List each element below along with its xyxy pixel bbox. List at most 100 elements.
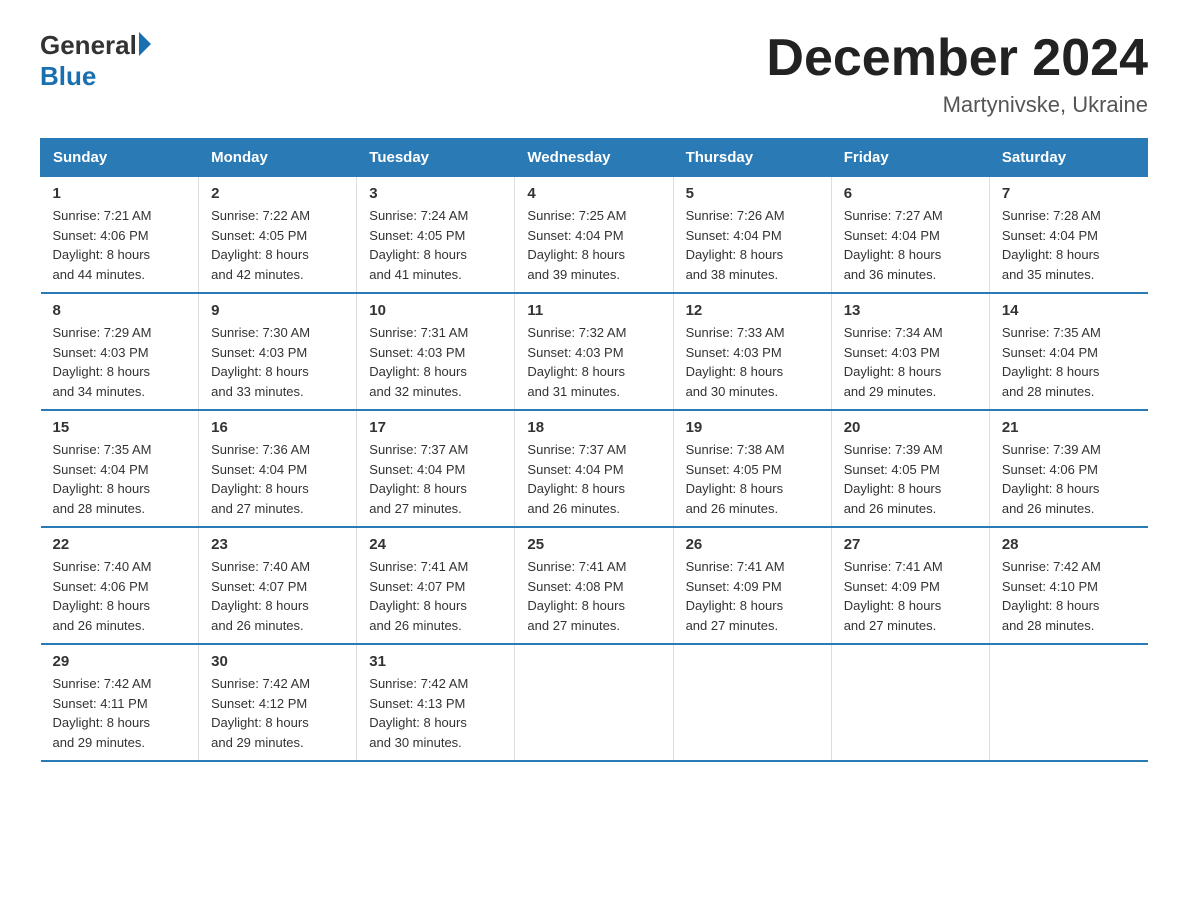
day-number: 5: [686, 185, 819, 202]
day-number: 31: [369, 653, 502, 670]
day-info: Sunrise: 7:41 AMSunset: 4:09 PMDaylight:…: [686, 559, 785, 633]
day-info: Sunrise: 7:28 AMSunset: 4:04 PMDaylight:…: [1002, 208, 1101, 282]
calendar-cell: [989, 644, 1147, 761]
logo-blue-text: Blue: [40, 61, 96, 92]
calendar-cell: 21 Sunrise: 7:39 AMSunset: 4:06 PMDaylig…: [989, 410, 1147, 527]
day-number: 9: [211, 302, 344, 319]
page-header: General Blue December 2024 Martynivske, …: [40, 30, 1148, 118]
calendar-week-row: 29 Sunrise: 7:42 AMSunset: 4:11 PMDaylig…: [41, 644, 1148, 761]
day-info: Sunrise: 7:35 AMSunset: 4:04 PMDaylight:…: [53, 442, 152, 516]
day-info: Sunrise: 7:31 AMSunset: 4:03 PMDaylight:…: [369, 325, 468, 399]
day-info: Sunrise: 7:35 AMSunset: 4:04 PMDaylight:…: [1002, 325, 1101, 399]
calendar-cell: 9 Sunrise: 7:30 AMSunset: 4:03 PMDayligh…: [199, 293, 357, 410]
calendar-cell: 18 Sunrise: 7:37 AMSunset: 4:04 PMDaylig…: [515, 410, 673, 527]
title-block: December 2024 Martynivske, Ukraine: [766, 30, 1148, 118]
calendar-week-row: 1 Sunrise: 7:21 AMSunset: 4:06 PMDayligh…: [41, 177, 1148, 294]
header-day-wednesday: Wednesday: [515, 139, 673, 177]
calendar-cell: [673, 644, 831, 761]
calendar-cell: 3 Sunrise: 7:24 AMSunset: 4:05 PMDayligh…: [357, 177, 515, 294]
day-number: 25: [527, 536, 660, 553]
day-number: 1: [53, 185, 187, 202]
day-number: 18: [527, 419, 660, 436]
day-info: Sunrise: 7:32 AMSunset: 4:03 PMDaylight:…: [527, 325, 626, 399]
day-number: 6: [844, 185, 977, 202]
calendar-cell: 13 Sunrise: 7:34 AMSunset: 4:03 PMDaylig…: [831, 293, 989, 410]
day-number: 27: [844, 536, 977, 553]
day-number: 10: [369, 302, 502, 319]
day-number: 29: [53, 653, 187, 670]
calendar-week-row: 8 Sunrise: 7:29 AMSunset: 4:03 PMDayligh…: [41, 293, 1148, 410]
day-info: Sunrise: 7:24 AMSunset: 4:05 PMDaylight:…: [369, 208, 468, 282]
calendar-cell: 15 Sunrise: 7:35 AMSunset: 4:04 PMDaylig…: [41, 410, 199, 527]
calendar-cell: [831, 644, 989, 761]
day-info: Sunrise: 7:41 AMSunset: 4:08 PMDaylight:…: [527, 559, 626, 633]
calendar-cell: 16 Sunrise: 7:36 AMSunset: 4:04 PMDaylig…: [199, 410, 357, 527]
calendar-cell: 23 Sunrise: 7:40 AMSunset: 4:07 PMDaylig…: [199, 527, 357, 644]
calendar-cell: 14 Sunrise: 7:35 AMSunset: 4:04 PMDaylig…: [989, 293, 1147, 410]
calendar-cell: 6 Sunrise: 7:27 AMSunset: 4:04 PMDayligh…: [831, 177, 989, 294]
day-number: 23: [211, 536, 344, 553]
day-info: Sunrise: 7:39 AMSunset: 4:05 PMDaylight:…: [844, 442, 943, 516]
calendar-cell: 4 Sunrise: 7:25 AMSunset: 4:04 PMDayligh…: [515, 177, 673, 294]
calendar-header: SundayMondayTuesdayWednesdayThursdayFrid…: [41, 139, 1148, 177]
day-number: 4: [527, 185, 660, 202]
calendar-week-row: 22 Sunrise: 7:40 AMSunset: 4:06 PMDaylig…: [41, 527, 1148, 644]
day-info: Sunrise: 7:37 AMSunset: 4:04 PMDaylight:…: [527, 442, 626, 516]
day-info: Sunrise: 7:42 AMSunset: 4:10 PMDaylight:…: [1002, 559, 1101, 633]
header-day-friday: Friday: [831, 139, 989, 177]
calendar-cell: 7 Sunrise: 7:28 AMSunset: 4:04 PMDayligh…: [989, 177, 1147, 294]
calendar-cell: 20 Sunrise: 7:39 AMSunset: 4:05 PMDaylig…: [831, 410, 989, 527]
day-number: 12: [686, 302, 819, 319]
day-info: Sunrise: 7:42 AMSunset: 4:12 PMDaylight:…: [211, 676, 310, 750]
day-number: 20: [844, 419, 977, 436]
day-info: Sunrise: 7:33 AMSunset: 4:03 PMDaylight:…: [686, 325, 785, 399]
day-info: Sunrise: 7:41 AMSunset: 4:07 PMDaylight:…: [369, 559, 468, 633]
day-info: Sunrise: 7:40 AMSunset: 4:07 PMDaylight:…: [211, 559, 310, 633]
calendar-cell: 8 Sunrise: 7:29 AMSunset: 4:03 PMDayligh…: [41, 293, 199, 410]
day-info: Sunrise: 7:42 AMSunset: 4:11 PMDaylight:…: [53, 676, 152, 750]
calendar-cell: 1 Sunrise: 7:21 AMSunset: 4:06 PMDayligh…: [41, 177, 199, 294]
day-info: Sunrise: 7:37 AMSunset: 4:04 PMDaylight:…: [369, 442, 468, 516]
calendar-cell: [515, 644, 673, 761]
day-info: Sunrise: 7:22 AMSunset: 4:05 PMDaylight:…: [211, 208, 310, 282]
calendar-cell: 19 Sunrise: 7:38 AMSunset: 4:05 PMDaylig…: [673, 410, 831, 527]
logo: General Blue: [40, 30, 151, 92]
logo-triangle-icon: [139, 32, 151, 56]
location-subtitle: Martynivske, Ukraine: [766, 92, 1148, 118]
day-info: Sunrise: 7:27 AMSunset: 4:04 PMDaylight:…: [844, 208, 943, 282]
day-info: Sunrise: 7:21 AMSunset: 4:06 PMDaylight:…: [53, 208, 152, 282]
day-number: 30: [211, 653, 344, 670]
day-info: Sunrise: 7:39 AMSunset: 4:06 PMDaylight:…: [1002, 442, 1101, 516]
header-day-monday: Monday: [199, 139, 357, 177]
calendar-cell: 5 Sunrise: 7:26 AMSunset: 4:04 PMDayligh…: [673, 177, 831, 294]
day-number: 11: [527, 302, 660, 319]
calendar-cell: 31 Sunrise: 7:42 AMSunset: 4:13 PMDaylig…: [357, 644, 515, 761]
calendar-cell: 2 Sunrise: 7:22 AMSunset: 4:05 PMDayligh…: [199, 177, 357, 294]
day-number: 16: [211, 419, 344, 436]
header-day-thursday: Thursday: [673, 139, 831, 177]
day-number: 28: [1002, 536, 1136, 553]
calendar-week-row: 15 Sunrise: 7:35 AMSunset: 4:04 PMDaylig…: [41, 410, 1148, 527]
day-number: 15: [53, 419, 187, 436]
header-day-saturday: Saturday: [989, 139, 1147, 177]
day-info: Sunrise: 7:41 AMSunset: 4:09 PMDaylight:…: [844, 559, 943, 633]
day-info: Sunrise: 7:40 AMSunset: 4:06 PMDaylight:…: [53, 559, 152, 633]
day-info: Sunrise: 7:30 AMSunset: 4:03 PMDaylight:…: [211, 325, 310, 399]
day-number: 26: [686, 536, 819, 553]
day-number: 8: [53, 302, 187, 319]
day-info: Sunrise: 7:36 AMSunset: 4:04 PMDaylight:…: [211, 442, 310, 516]
day-number: 19: [686, 419, 819, 436]
day-info: Sunrise: 7:25 AMSunset: 4:04 PMDaylight:…: [527, 208, 626, 282]
day-number: 17: [369, 419, 502, 436]
header-day-tuesday: Tuesday: [357, 139, 515, 177]
logo-general-text: General: [40, 30, 137, 61]
calendar-cell: 25 Sunrise: 7:41 AMSunset: 4:08 PMDaylig…: [515, 527, 673, 644]
day-number: 7: [1002, 185, 1136, 202]
calendar-cell: 17 Sunrise: 7:37 AMSunset: 4:04 PMDaylig…: [357, 410, 515, 527]
day-info: Sunrise: 7:29 AMSunset: 4:03 PMDaylight:…: [53, 325, 152, 399]
calendar-cell: 29 Sunrise: 7:42 AMSunset: 4:11 PMDaylig…: [41, 644, 199, 761]
day-number: 2: [211, 185, 344, 202]
calendar-cell: 12 Sunrise: 7:33 AMSunset: 4:03 PMDaylig…: [673, 293, 831, 410]
calendar-table: SundayMondayTuesdayWednesdayThursdayFrid…: [40, 138, 1148, 762]
day-number: 14: [1002, 302, 1136, 319]
